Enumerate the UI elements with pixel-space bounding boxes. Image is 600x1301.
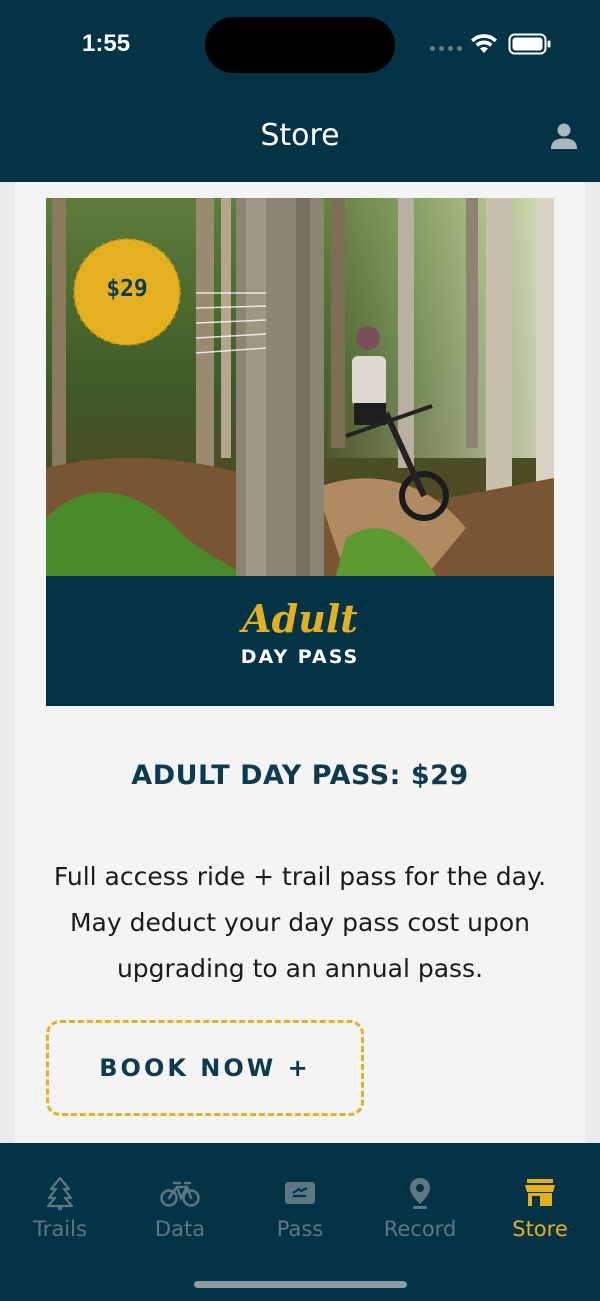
app-header: 1:55 Store (0, 0, 600, 182)
tab-trails[interactable]: Trails (0, 1173, 120, 1257)
tab-store[interactable]: Store (480, 1173, 600, 1257)
product-card: $29 Adult DAY PASS ADULT DAY PASS: $29 F… (15, 182, 585, 1143)
wifi-icon (471, 34, 497, 53)
location-pin-icon (410, 1178, 430, 1209)
status-bar: 1:55 (0, 0, 600, 90)
tab-label: Trails (33, 1217, 87, 1241)
store-content[interactable]: $29 Adult DAY PASS ADULT DAY PASS: $29 F… (0, 182, 600, 1143)
ticket-icon (285, 1182, 315, 1204)
banner-subtitle: DAY PASS (240, 646, 360, 668)
tab-bar: Trails Data Pass Record Store (0, 1143, 600, 1301)
pass-banner: Adult DAY PASS (46, 576, 554, 706)
banner-script-text: Adult (242, 596, 358, 641)
tab-label: Data (154, 1217, 206, 1241)
tab-label: Store (512, 1217, 568, 1241)
book-now-button[interactable]: BOOK NOW + (46, 1020, 364, 1116)
price-badge-label: $29 (106, 276, 148, 302)
status-time: 1:55 (82, 30, 131, 57)
tab-data[interactable]: Data (120, 1173, 240, 1257)
battery-icon (508, 33, 551, 55)
store-icon (525, 1179, 555, 1206)
product-title: ADULT DAY PASS: $29 (131, 760, 469, 791)
bike-icon (160, 1181, 200, 1207)
home-indicator[interactable] (194, 1281, 407, 1288)
tree-icon (46, 1176, 74, 1210)
tab-label: Pass (276, 1217, 324, 1241)
tab-record[interactable]: Record (360, 1173, 480, 1257)
product-description: Full access ride + trail pass for the da… (53, 862, 547, 983)
dynamic-island (205, 17, 395, 73)
product-hero-image: $29 (46, 198, 554, 576)
person-icon[interactable] (548, 120, 580, 152)
tab-pass[interactable]: Pass (240, 1173, 360, 1257)
tab-label: Record (383, 1217, 457, 1241)
cellular-signal-icon (430, 46, 462, 51)
trail-photo (46, 198, 554, 576)
page-title: Store (260, 118, 340, 153)
